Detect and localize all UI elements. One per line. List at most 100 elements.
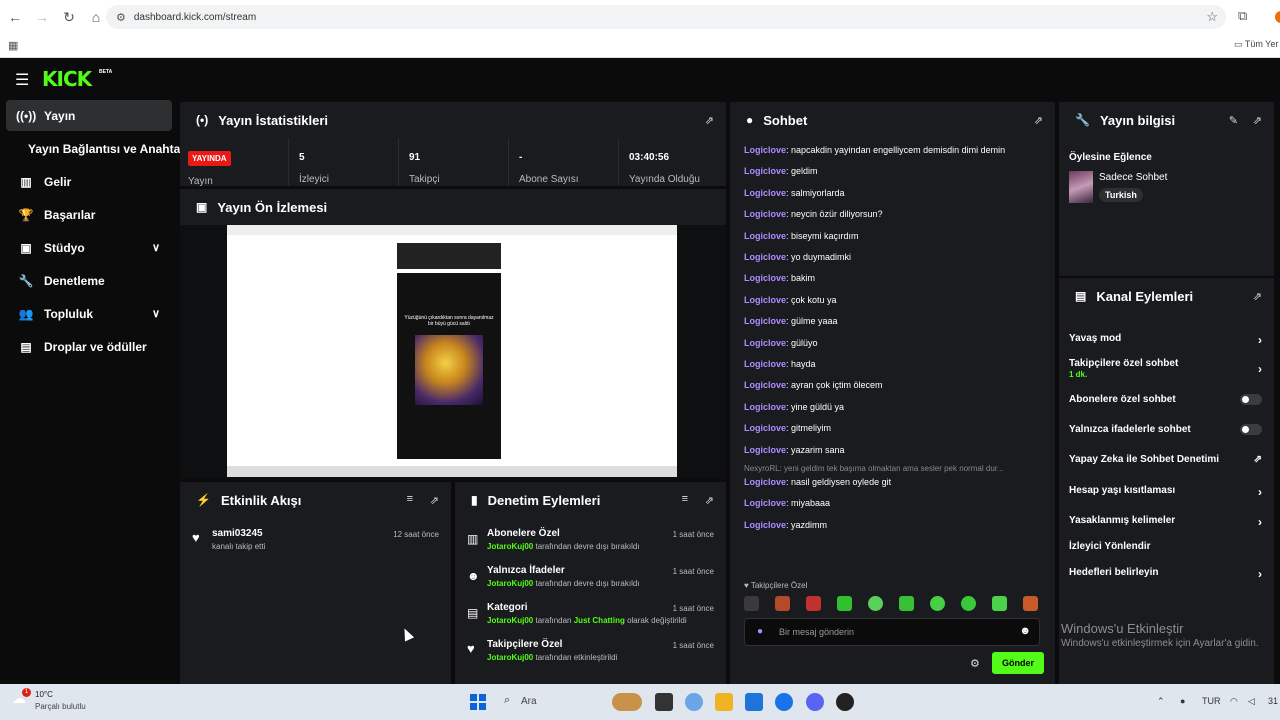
sidebar-item-revenue[interactable]: ▥ Gelir	[6, 166, 172, 197]
popout-icon[interactable]: ⇗	[1253, 290, 1262, 303]
forward-icon[interactable]: →	[30, 5, 54, 29]
send-button[interactable]: Gönder	[992, 652, 1044, 674]
profile-avatar[interactable]	[1275, 11, 1280, 23]
filter-icon[interactable]: ≡	[682, 493, 688, 505]
account-age-row[interactable]: Hesap yaşı kısıtlaması ›	[1069, 485, 1264, 499]
moderator-name[interactable]: JotaroKuj00	[487, 542, 533, 551]
clock-partial[interactable]: 31	[1268, 696, 1278, 706]
chat-username[interactable]: Logiclove	[744, 520, 786, 530]
sidebar-item-moderation[interactable]: 🔧 Denetleme	[6, 265, 172, 296]
chat-username[interactable]: Logiclove	[744, 445, 786, 455]
popout-icon[interactable]: ⇗	[705, 494, 714, 507]
search-icon[interactable]: ⌕	[504, 694, 510, 707]
gear-icon[interactable]: ⚙	[970, 657, 980, 670]
emotes-only-toggle[interactable]	[1240, 424, 1262, 435]
moderator-name[interactable]: JotaroKuj00	[487, 616, 533, 625]
language-indicator[interactable]: TUR	[1202, 696, 1221, 706]
copilot-icon[interactable]	[685, 693, 703, 711]
category-thumbnail[interactable]	[1069, 171, 1093, 203]
emote-icon[interactable]	[930, 596, 945, 611]
store-icon[interactable]	[745, 693, 763, 711]
slow-mode-row[interactable]: Yavaş mod ›	[1069, 333, 1264, 347]
chat-username[interactable]: Logiclove	[744, 252, 786, 262]
moderator-name[interactable]: JotaroKuj00	[487, 579, 533, 588]
taskbar-search[interactable]: Ara	[521, 696, 537, 707]
category-name[interactable]: Sadece Sohbet	[1099, 172, 1167, 183]
start-button[interactable]	[470, 694, 486, 710]
popout-icon[interactable]: ⇗	[1034, 114, 1043, 127]
chat-username[interactable]: Logiclove	[744, 423, 786, 433]
emote-icon[interactable]	[837, 596, 852, 611]
filter-icon[interactable]: ≡	[407, 493, 413, 505]
chat-username[interactable]: Logiclove	[744, 359, 786, 369]
emote-icon[interactable]	[775, 596, 790, 611]
emoji-picker-icon[interactable]: ☻	[1019, 625, 1031, 637]
reload-icon[interactable]: ↻	[57, 5, 81, 29]
file-explorer-icon[interactable]	[715, 693, 733, 711]
discord-icon[interactable]	[806, 693, 824, 711]
emote-icon[interactable]	[961, 596, 976, 611]
chat-username[interactable]: Logiclove	[744, 231, 786, 241]
apps-grid-icon[interactable]: ▦	[8, 39, 18, 52]
raid-row[interactable]: İzleyici Yönlendir	[1069, 541, 1264, 552]
chat-input[interactable]: ● Bir mesaj gönderin ☻	[744, 618, 1040, 646]
microphone-icon[interactable]: ●	[757, 626, 763, 637]
followers-only-row[interactable]: Takipçilere özel sohbet 1 dk. ›	[1069, 358, 1264, 380]
emote-icon[interactable]	[744, 596, 759, 611]
chat-username[interactable]: Logiclove	[744, 402, 786, 412]
all-bookmarks[interactable]: ▭ Tüm Yer	[1234, 39, 1278, 50]
sidebar-item-achievements[interactable]: 🏆 Başarılar	[6, 199, 172, 230]
site-info-icon[interactable]: ⚙	[116, 11, 126, 24]
volume-icon[interactable]: ◁	[1248, 696, 1255, 707]
chat-username[interactable]: Logiclove	[744, 295, 786, 305]
chat-username[interactable]: Logiclove	[744, 477, 786, 487]
wifi-icon[interactable]: ◠	[1230, 696, 1238, 707]
back-icon[interactable]: ←	[3, 5, 27, 29]
chat-username[interactable]: Logiclove	[744, 316, 786, 326]
obs-icon[interactable]	[836, 693, 854, 711]
bookmark-star-icon[interactable]: ☆	[1206, 9, 1218, 25]
emote-icon[interactable]	[992, 596, 1007, 611]
popout-icon[interactable]: ⇗	[705, 114, 714, 127]
extensions-icon[interactable]: ⧉	[1238, 8, 1247, 24]
ai-moderation-row[interactable]: Yapay Zeka ile Sohbet Denetimi ⇗	[1069, 454, 1264, 465]
emote-icon[interactable]	[806, 596, 821, 611]
chat-username[interactable]: Logiclove	[744, 273, 786, 283]
task-view-icon[interactable]	[655, 693, 673, 711]
chat-username[interactable]: Logiclove	[744, 209, 786, 219]
chrome-icon[interactable]	[775, 693, 793, 711]
emote-icon[interactable]	[1023, 596, 1038, 611]
chat-username[interactable]: Logiclove	[744, 498, 786, 508]
edit-icon[interactable]: ✎	[1229, 114, 1238, 127]
sidebar-item-stream-key[interactable]: Yayın Bağlantısı ve Anahtarı	[28, 142, 188, 156]
chat-username[interactable]: Logiclove	[744, 166, 786, 176]
emote-icon[interactable]	[899, 596, 914, 611]
subscribers-only-toggle[interactable]	[1240, 394, 1262, 405]
emote-icon[interactable]	[868, 596, 883, 611]
moderator-name[interactable]: JotaroKuj00	[487, 653, 533, 662]
sidebar-item-stream[interactable]: ((•)) Yayın	[6, 100, 172, 131]
panel-title: Kanal Eylemleri	[1096, 288, 1194, 304]
activity-user[interactable]: sami03245	[212, 528, 263, 539]
panel-title: Yayın Ön İzlemesi	[217, 199, 328, 215]
chat-username[interactable]: Logiclove	[744, 380, 786, 390]
sidebar-item-studio[interactable]: ▣ Stüdyo ∨	[6, 232, 172, 263]
menu-icon[interactable]: ☰	[15, 70, 29, 90]
stat-value: -	[519, 152, 523, 163]
kick-logo[interactable]: KICK	[42, 67, 92, 91]
stream-preview-video[interactable]: Yüzüğünü çıkardıktan sonra dayanılmaz bi…	[227, 225, 677, 477]
sidebar-item-community[interactable]: 👥 Topluluk ∨	[6, 298, 172, 329]
banned-words-row[interactable]: Yasaklanmış kelimeler ›	[1069, 515, 1264, 529]
sidebar-item-drops[interactable]: ▤ Droplar ve ödüller	[6, 331, 172, 362]
widget-icon[interactable]	[612, 693, 642, 711]
microphone-icon[interactable]: ●	[1180, 696, 1185, 706]
address-bar[interactable]: ⚙ dashboard.kick.com/stream ☆	[106, 5, 1226, 29]
home-icon[interactable]: ⌂	[84, 5, 108, 29]
tray-chevron-icon[interactable]: ⌃	[1157, 696, 1165, 707]
popout-icon[interactable]: ⇗	[1253, 114, 1262, 127]
chat-username[interactable]: Logiclove	[744, 338, 786, 348]
popout-icon[interactable]: ⇗	[430, 494, 439, 507]
chat-username[interactable]: Logiclove	[744, 145, 786, 155]
chat-username[interactable]: Logiclove	[744, 188, 786, 198]
goals-row[interactable]: Hedefleri belirleyin ›	[1069, 567, 1264, 581]
